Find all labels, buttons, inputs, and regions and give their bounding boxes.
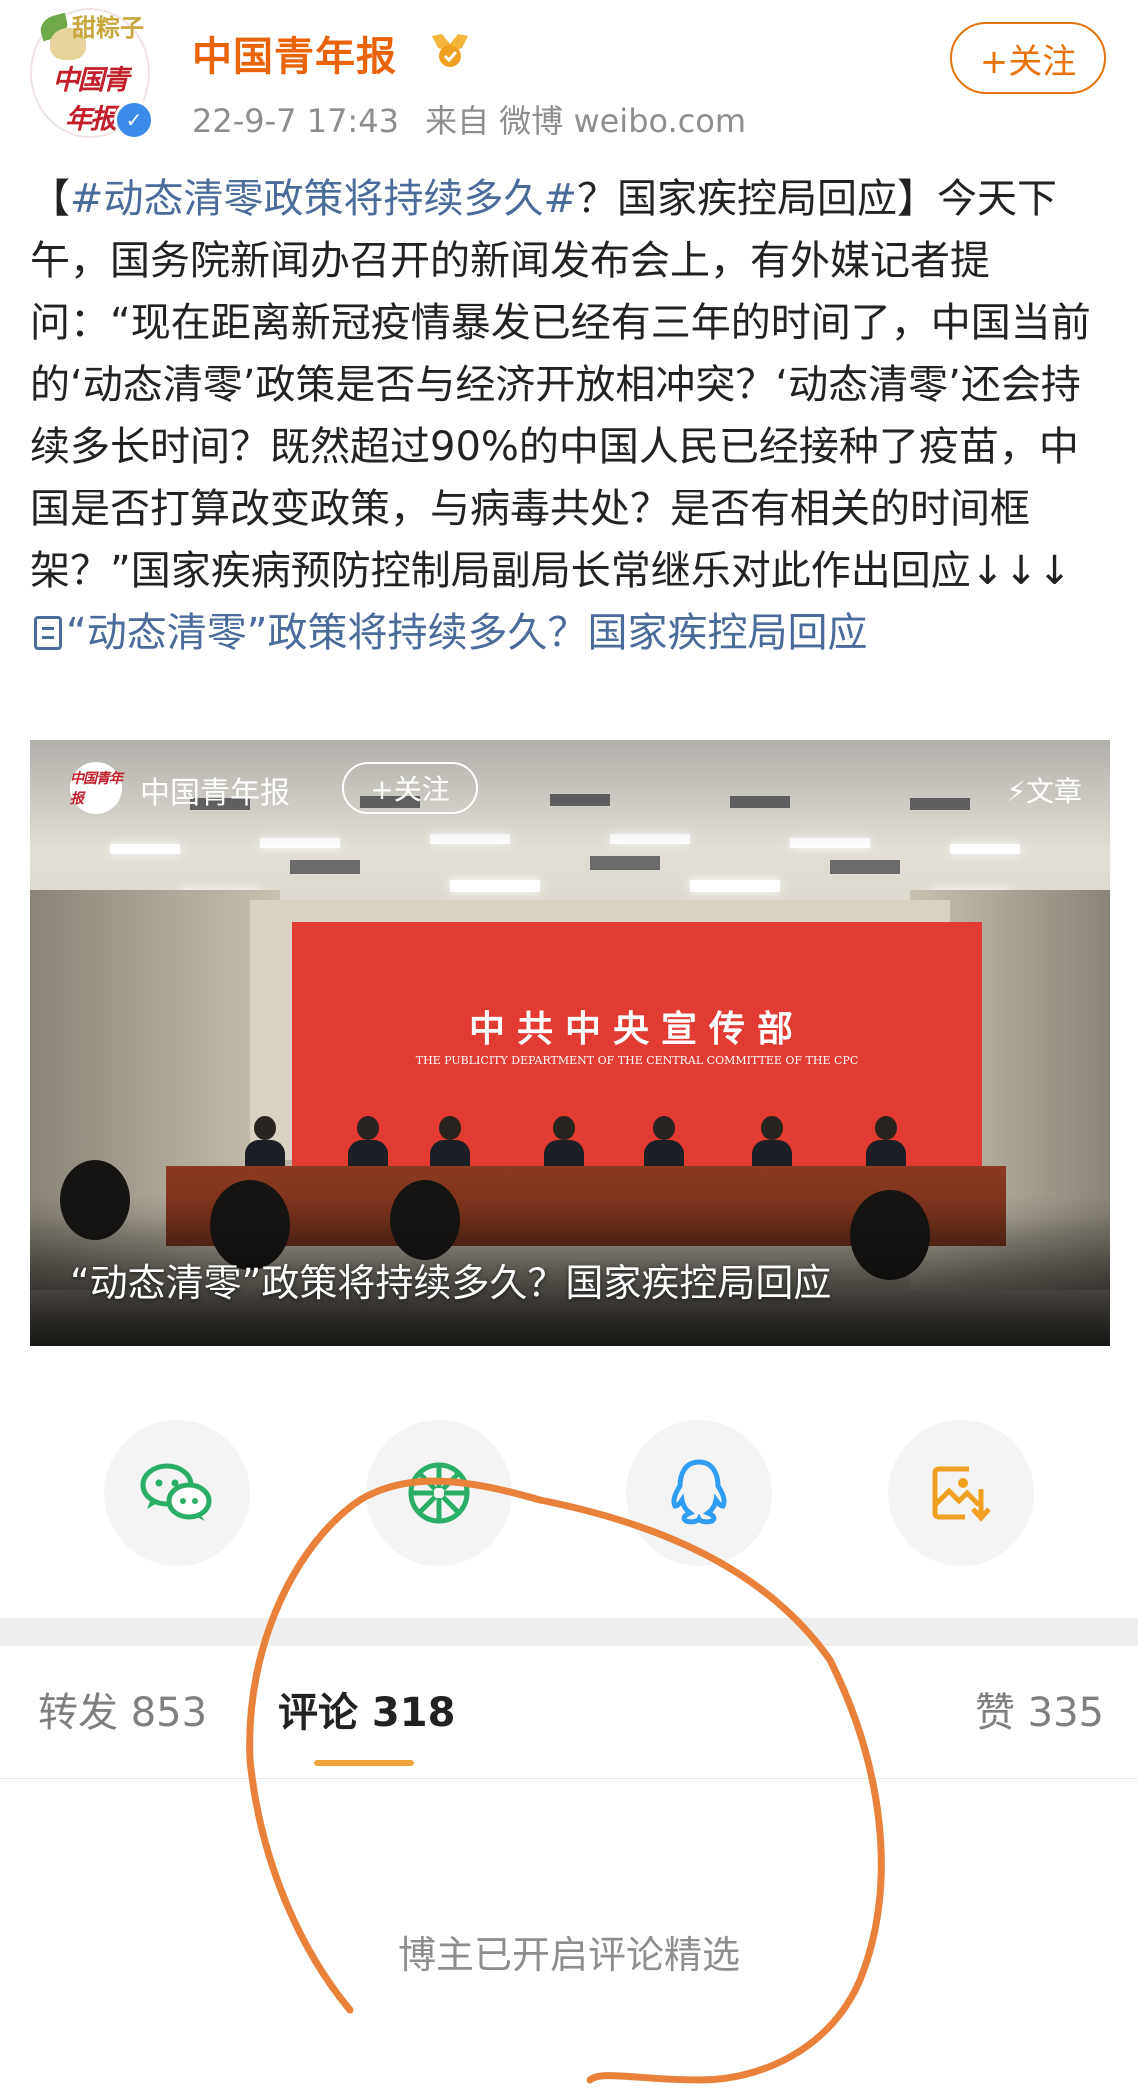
moments-icon [408,1462,470,1524]
wechat-icon [140,1463,212,1521]
backdrop-title: 中共中央宣传部 [468,1009,805,1050]
headline-bracket: 【 [30,176,70,222]
article-link-icon [34,616,62,650]
tabs-border [0,1778,1138,1779]
tab-repost[interactable]: 转发 853 [38,1680,207,1738]
tab-likes[interactable]: 赞 335 [975,1680,1104,1738]
hashtag-link[interactable]: #动态清零政策将持续多久# [70,176,577,222]
account-name[interactable]: 中国青年报 [192,24,397,82]
backdrop-subtitle: THE PUBLICITY DEPARTMENT OF THE CENTRAL … [415,1054,859,1067]
article-link[interactable]: “动态清零”政策将持续多久？国家疾控局回应 [66,610,867,656]
qq-icon [671,1459,727,1525]
speaker-figure [866,1116,906,1170]
speaker-figure [430,1116,470,1170]
follow-button[interactable]: +关注 [950,22,1106,94]
speaker-figure [644,1116,684,1170]
save-image-button[interactable] [888,1420,1034,1566]
save-image-icon [932,1466,991,1522]
tab-active-indicator [314,1760,414,1766]
bolt-icon: ⚡ [1006,775,1026,808]
post-text: 【#动态清零政策将持续多久#？国家疾控局回应】今天下午，国务院新闻办召开的新闻发… [30,168,1114,664]
speaker-figure [245,1116,285,1170]
share-moments-button[interactable] [366,1420,512,1566]
headline-rest: ？国家疾控局回应】 [577,176,938,222]
speaker-figure [752,1116,792,1170]
tab-comments[interactable]: 评论 318 [278,1680,455,1738]
card-type-label: ⚡文章 [1006,775,1082,808]
card-caption: “动态清零”政策将持续多久？国家疾控局回应 [70,1261,832,1305]
verified-icon: ✓ [114,100,154,140]
speaker-figure [544,1116,584,1170]
comment-selection-notice: 博主已开启评论精选 [397,1933,740,1977]
post-meta: 22-9-7 17:43 来自 微博 weibo.com [192,96,746,142]
card-source-logo: 中国青年报 [70,762,123,814]
medal-icon [432,34,468,67]
speaker-figure [348,1116,388,1170]
article-card[interactable]: 中共中央宣传部 THE PUBLICITY DEPARTMENT OF THE … [30,740,1110,1346]
post-time: 22-9-7 17:43 [192,102,399,140]
card-follow-button[interactable]: +关注 [342,762,478,814]
share-wechat-button[interactable] [104,1420,250,1566]
share-qq-button[interactable] [626,1420,772,1566]
section-divider [0,1618,1138,1646]
post-body: 今天下午，国务院新闻办召开的新闻发布会上，有外媒记者提问：“现在距离新冠疫情暴发… [30,176,1091,594]
card-source-name[interactable]: 中国青年报 [140,768,290,812]
avatar-seal-top: 甜粽子 [72,13,144,42]
post-source: 来自 微博 weibo.com [425,102,747,140]
